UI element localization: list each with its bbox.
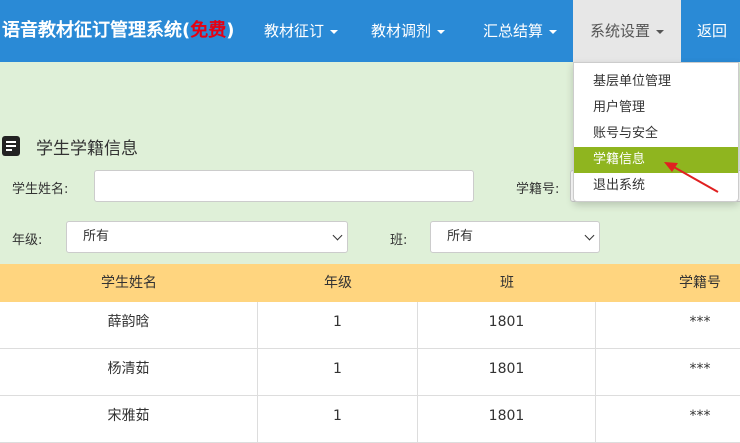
nav-menu-summary-settlement[interactable]: 汇总结算 bbox=[468, 0, 572, 62]
caret-down-icon bbox=[549, 29, 557, 34]
table-row[interactable]: 杨清茹 1 1801 *** bbox=[0, 349, 740, 396]
grade-select-value: 所有 bbox=[83, 229, 110, 244]
table-row[interactable]: 薛韵晗 1 1801 *** bbox=[0, 302, 740, 349]
menu-item-logout[interactable]: 退出系统 bbox=[574, 173, 738, 199]
app-title[interactable]: 语音教材征订管理系统(免费) bbox=[2, 0, 234, 62]
column-header-student-id[interactable]: 学籍号 bbox=[650, 264, 740, 302]
nav-menu-textbook-order[interactable]: 教材征订 bbox=[252, 0, 350, 62]
menu-item-account-security[interactable]: 账号与安全 bbox=[574, 121, 738, 147]
nav-label: 教材调剂 bbox=[370, 22, 431, 40]
nav-back-link[interactable]: 返回 bbox=[684, 0, 740, 62]
cell-grade: 1 bbox=[258, 302, 418, 348]
class-select[interactable]: 所有 bbox=[430, 221, 600, 253]
nav-label: 汇总结算 bbox=[482, 22, 543, 40]
document-list-icon bbox=[2, 136, 20, 156]
app-title-main: 语音教材征订管理系统( bbox=[2, 20, 191, 41]
page-title: 学生学籍信息 bbox=[2, 134, 138, 159]
chevron-down-icon bbox=[584, 230, 595, 241]
cell-student-name: 杨清茹 bbox=[0, 349, 258, 395]
nav-menu-textbook-adjust[interactable]: 教材调剂 bbox=[356, 0, 460, 62]
grade-label: 年级: bbox=[12, 233, 43, 248]
cell-student-id: *** bbox=[689, 408, 711, 424]
table-header-row: 学生姓名 年级 班 学籍号 bbox=[0, 264, 740, 302]
table-row[interactable]: 宋雅茹 1 1801 *** bbox=[0, 396, 740, 443]
student-name-input[interactable] bbox=[94, 170, 474, 202]
cell-grade: 1 bbox=[258, 396, 418, 442]
nav-menu-system-settings[interactable]: 系统设置 bbox=[573, 0, 681, 62]
nav-label: 返回 bbox=[696, 22, 727, 40]
cell-class: 1801 bbox=[418, 396, 596, 442]
column-header-class[interactable]: 班 bbox=[418, 264, 596, 302]
caret-down-icon bbox=[330, 29, 338, 34]
menu-item-student-records[interactable]: 学籍信息 bbox=[574, 147, 738, 173]
class-select-value: 所有 bbox=[447, 229, 474, 244]
column-header-student-name[interactable]: 学生姓名 bbox=[0, 264, 258, 302]
cell-student-id: *** bbox=[689, 314, 711, 330]
caret-down-icon bbox=[437, 29, 445, 34]
app-title-free: 免费 bbox=[190, 20, 227, 41]
class-label: 班: bbox=[390, 233, 408, 248]
cell-student-name: 宋雅茹 bbox=[0, 396, 258, 442]
app-title-end: ) bbox=[226, 20, 235, 41]
nav-label: 教材征订 bbox=[263, 22, 324, 40]
cell-student-id: *** bbox=[689, 361, 711, 377]
system-settings-dropdown: 基层单位管理 用户管理 账号与安全 学籍信息 退出系统 bbox=[573, 62, 739, 202]
nav-label: 系统设置 bbox=[589, 22, 650, 40]
cell-student-name: 薛韵晗 bbox=[0, 302, 258, 348]
grade-select[interactable]: 所有 bbox=[66, 221, 348, 253]
menu-item-unit-management[interactable]: 基层单位管理 bbox=[574, 69, 738, 95]
column-header-grade[interactable]: 年级 bbox=[258, 264, 418, 302]
student-id-label: 学籍号: bbox=[516, 182, 560, 197]
top-navbar: 语音教材征订管理系统(免费) 教材征订 教材调剂 汇总结算 系统设置 返回 bbox=[0, 0, 740, 62]
student-name-label: 学生姓名: bbox=[12, 182, 69, 197]
chevron-down-icon bbox=[332, 230, 343, 241]
cell-grade: 1 bbox=[258, 349, 418, 395]
caret-down-icon bbox=[656, 29, 664, 34]
cell-class: 1801 bbox=[418, 302, 596, 348]
page-title-text: 学生学籍信息 bbox=[36, 138, 138, 159]
menu-item-user-management[interactable]: 用户管理 bbox=[574, 95, 738, 121]
cell-class: 1801 bbox=[418, 349, 596, 395]
